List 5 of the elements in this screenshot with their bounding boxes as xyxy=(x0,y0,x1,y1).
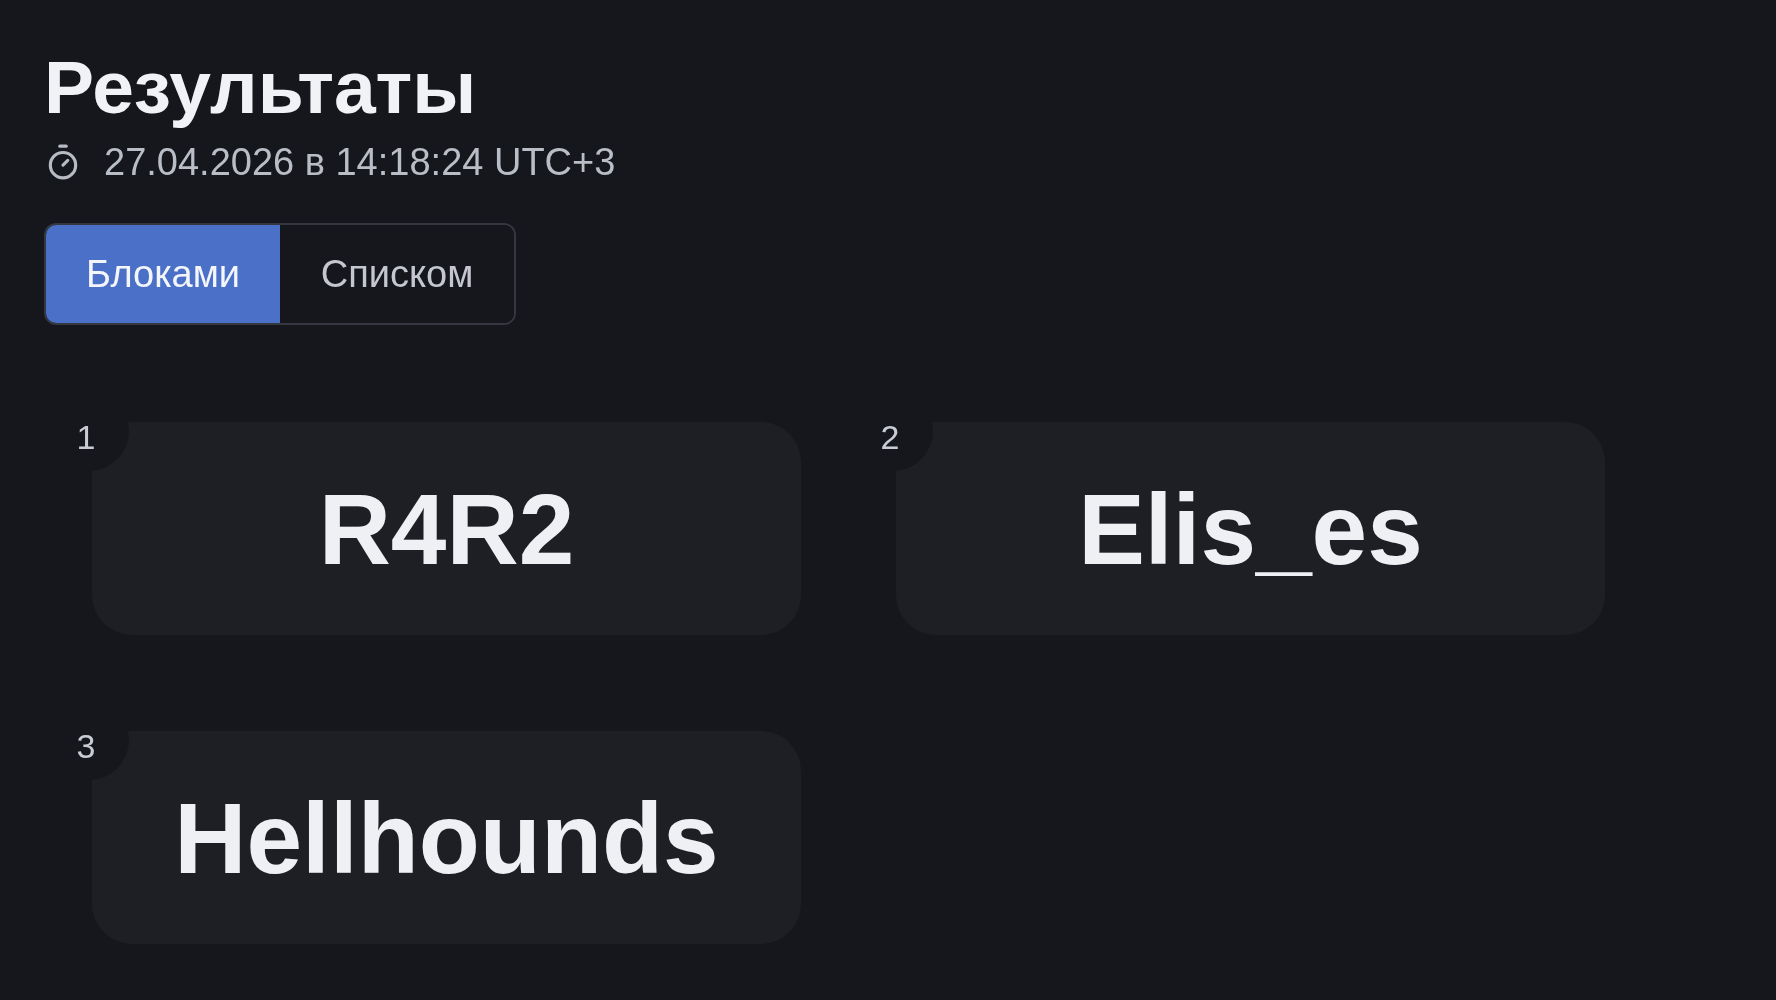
team-name: R4R2 xyxy=(318,478,575,579)
timestamp-text: 27.04.2026 в 14:18:24 UTC+3 xyxy=(104,143,616,181)
view-tab[interactable]: Блоками xyxy=(46,225,280,323)
team-name: Hellhounds xyxy=(174,787,719,888)
team-name: Elis_es xyxy=(1078,478,1423,579)
